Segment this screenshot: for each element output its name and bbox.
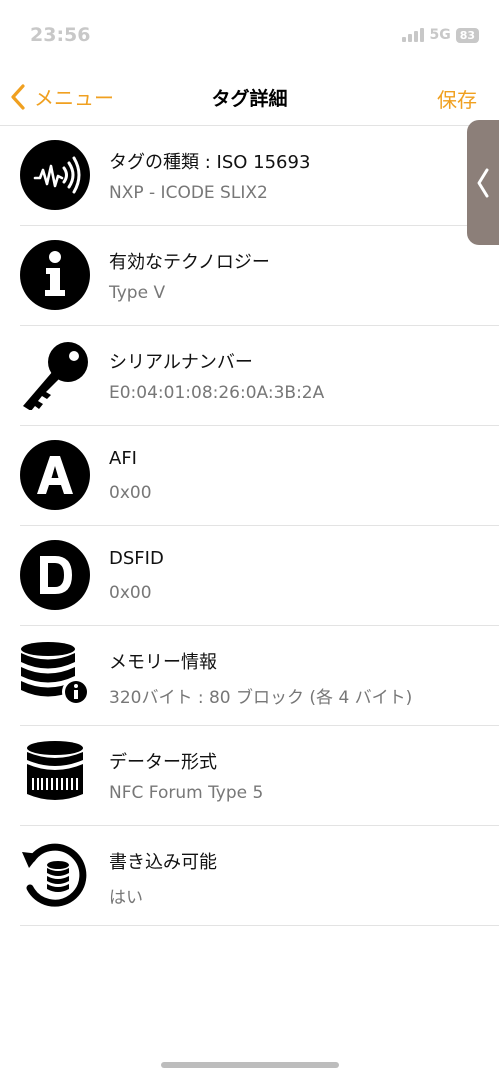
chevron-left-icon [477, 168, 489, 197]
item-title: タグの種類 : ISO 15693 [109, 152, 311, 173]
list-item-dsfid[interactable]: DSFID 0x00 [20, 526, 499, 626]
side-panel-handle[interactable] [467, 120, 499, 245]
database-rewrite-icon [22, 843, 87, 907]
item-title: シリアルナンバー [109, 352, 253, 373]
letter-d-icon [20, 540, 90, 610]
navigation-bar: メニュー タグ詳細 保存 [0, 70, 499, 125]
list-item-afi[interactable]: AFI 0x00 [20, 426, 499, 526]
item-value: NFC Forum Type 5 [109, 783, 264, 803]
item-title: 書き込み可能 [109, 852, 217, 873]
item-title: 有効なテクノロジー [109, 252, 270, 273]
list-item-serial[interactable]: シリアルナンバー E0:04:01:08:26:0A:3B:2A [20, 326, 499, 426]
signal-icon [402, 28, 425, 42]
item-title: メモリー情報 [109, 652, 217, 673]
item-title: データー形式 [109, 752, 217, 773]
tag-detail-list: タグの種類 : ISO 15693 NXP - ICODE SLIX2 有効なテ… [0, 126, 499, 926]
list-item-technology[interactable]: 有効なテクノロジー Type V [20, 226, 499, 326]
save-button[interactable]: 保存 [437, 84, 477, 113]
status-indicators: 5G 83 [402, 27, 479, 43]
item-value: 0x00 [109, 583, 152, 603]
list-item-data-format[interactable]: データー形式 NFC Forum Type 5 [20, 726, 499, 826]
info-icon [20, 240, 90, 310]
battery-icon: 83 [455, 27, 479, 43]
item-value: E0:04:01:08:26:0A:3B:2A [109, 383, 325, 403]
list-item-writable[interactable]: 書き込み可能 はい [20, 826, 499, 926]
item-value: 0x00 [109, 483, 152, 503]
nfc-signal-icon [20, 140, 90, 210]
home-indicator[interactable] [161, 1062, 339, 1068]
item-title: AFI [109, 448, 137, 469]
item-value: NXP - ICODE SLIX2 [109, 183, 268, 203]
network-type: 5G [429, 27, 451, 43]
status-time: 23:56 [30, 24, 91, 46]
database-barcode-icon [27, 741, 83, 800]
status-bar: 23:56 5G 83 [0, 0, 499, 70]
letter-a-icon [20, 440, 90, 510]
item-value: 320バイト : 80 ブロック (各 4 バイト) [109, 688, 413, 708]
page-title: タグ詳細 [211, 88, 288, 110]
item-title: DSFID [109, 548, 164, 569]
item-value: はい [109, 888, 143, 908]
key-icon [23, 342, 88, 410]
list-item-tag-type[interactable]: タグの種類 : ISO 15693 NXP - ICODE SLIX2 [20, 126, 499, 226]
database-info-icon [21, 642, 90, 706]
list-item-memory[interactable]: メモリー情報 320バイト : 80 ブロック (各 4 バイト) [20, 626, 499, 726]
item-value: Type V [109, 283, 166, 303]
